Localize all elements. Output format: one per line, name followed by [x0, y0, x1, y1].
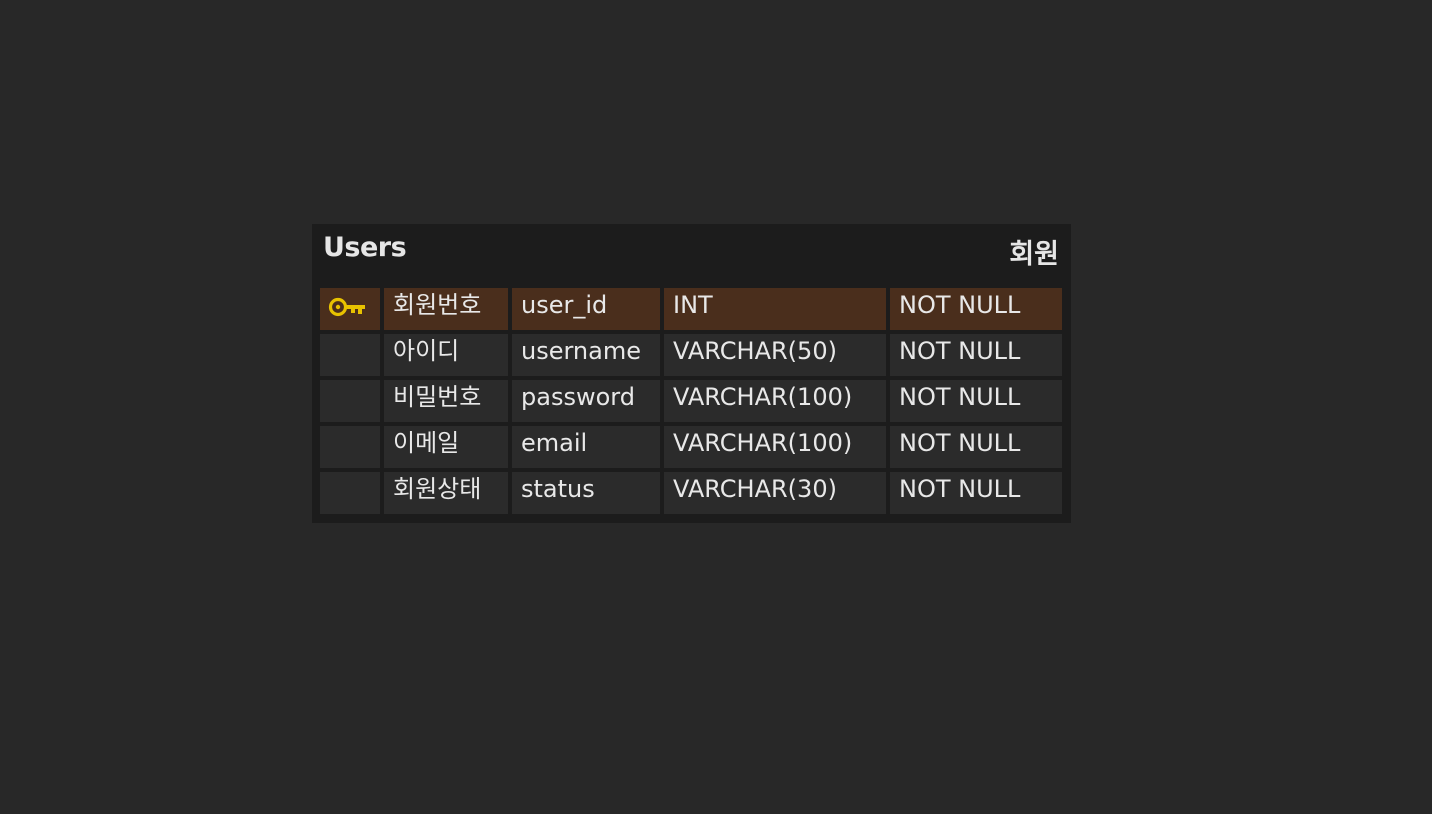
key-icon [328, 297, 365, 317]
column-logical-name: 이메일 [384, 426, 508, 468]
column-nullability: NOT NULL [890, 334, 1062, 376]
column-data-type: INT [664, 288, 886, 330]
key-cell [320, 426, 380, 468]
column-data-type: VARCHAR(100) [664, 380, 886, 422]
column-logical-name: 회원상태 [384, 472, 508, 514]
column-physical-name: email [512, 426, 660, 468]
column-logical-name: 아이디 [384, 334, 508, 376]
entity-logical-name: 회원 [1009, 239, 1059, 270]
column-data-type: VARCHAR(100) [664, 426, 886, 468]
key-cell [320, 288, 380, 330]
entity-users[interactable]: Users 회원 회원번호 user_id INT NOT NULL 아이디 u… [312, 224, 1071, 523]
column-logical-name: 회원번호 [384, 288, 508, 330]
column-physical-name: status [512, 472, 660, 514]
column-logical-name: 비밀번호 [384, 380, 508, 422]
column-nullability: NOT NULL [890, 426, 1062, 468]
key-cell [320, 380, 380, 422]
diagram-canvas: Users 회원 회원번호 user_id INT NOT NULL 아이디 u… [0, 0, 1432, 814]
column-data-type: VARCHAR(30) [664, 472, 886, 514]
column-physical-name: user_id [512, 288, 660, 330]
column-nullability: NOT NULL [890, 380, 1062, 422]
column-data-type: VARCHAR(50) [664, 334, 886, 376]
key-cell [320, 472, 380, 514]
column-nullability: NOT NULL [890, 288, 1062, 330]
column-physical-name: password [512, 380, 660, 422]
entity-name: Users [323, 232, 407, 263]
column-nullability: NOT NULL [890, 472, 1062, 514]
entity-header: Users 회원 [312, 224, 1071, 274]
key-cell [320, 334, 380, 376]
column-physical-name: username [512, 334, 660, 376]
